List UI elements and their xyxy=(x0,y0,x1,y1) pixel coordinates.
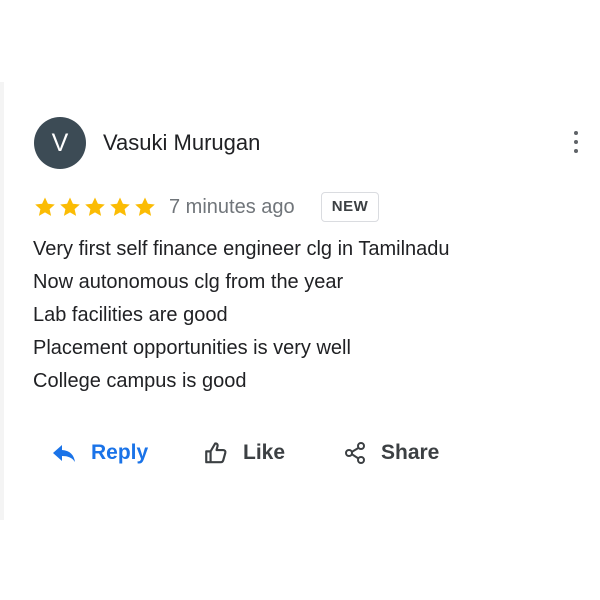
review-text: Very first self finance engineer clg in … xyxy=(33,233,573,398)
share-button[interactable]: Share xyxy=(343,435,439,471)
like-button[interactable]: Like xyxy=(203,435,285,471)
review-line: College campus is good xyxy=(33,370,247,392)
share-icon xyxy=(345,442,365,464)
star-icon xyxy=(135,197,155,216)
review-line: Lab facilities are good xyxy=(33,304,228,326)
star-icon xyxy=(60,197,80,216)
star-icon xyxy=(85,197,105,216)
reply-icon xyxy=(53,445,75,462)
like-label: Like xyxy=(243,441,286,464)
review-line: Very first self finance engineer clg in … xyxy=(33,238,450,260)
thumb-up-icon xyxy=(205,442,227,464)
review-line: Now autonomous clg from the year xyxy=(33,271,344,293)
avatar[interactable]: V xyxy=(34,117,86,169)
reply-label: Reply xyxy=(91,441,149,464)
share-label: Share xyxy=(381,441,440,464)
author-name[interactable]: Vasuki Murugan xyxy=(103,130,260,156)
review-line: Placement opportunities is very well xyxy=(33,337,351,359)
star-rating xyxy=(33,194,157,220)
more-options-icon[interactable] xyxy=(566,127,586,157)
review-card: V Vasuki Murugan 7 minutes ago NEW Very … xyxy=(4,82,600,520)
new-badge: NEW xyxy=(321,192,379,222)
star-icon xyxy=(35,197,55,216)
star-icon xyxy=(110,197,130,216)
review-time: 7 minutes ago xyxy=(169,196,295,218)
reply-button[interactable]: Reply xyxy=(51,435,148,471)
